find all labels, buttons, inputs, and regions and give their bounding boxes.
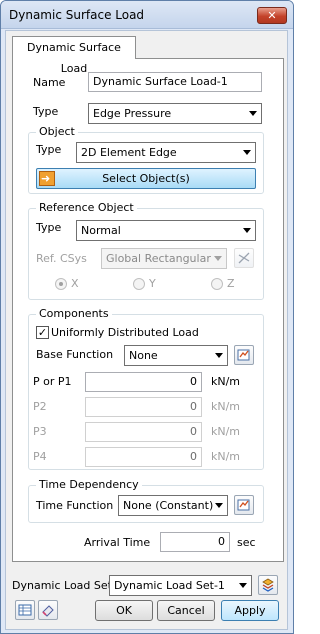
time-function-edit-button[interactable] — [234, 495, 254, 515]
function-editor-icon — [237, 349, 250, 361]
tab-dynamic-surface-load[interactable]: Dynamic Surface Load — [12, 36, 136, 75]
load-table-button[interactable] — [15, 600, 35, 620]
object-group-title: Object — [36, 125, 78, 138]
clear-button[interactable] — [38, 600, 58, 620]
chevron-down-icon — [243, 228, 251, 233]
type-select-value: Edge Pressure — [93, 107, 172, 120]
table-icon — [18, 604, 32, 616]
components-group-title: Components — [36, 307, 112, 320]
arrival-time-unit: sec — [237, 536, 256, 549]
reference-object-group-title: Reference Object — [36, 201, 137, 214]
select-objects-button[interactable]: Select Object(s) — [36, 168, 256, 189]
chevron-down-icon — [243, 150, 251, 155]
time-dependency-group-title: Time Dependency — [36, 478, 142, 491]
apply-button[interactable]: Apply — [221, 600, 279, 621]
coordinate-system-icon — [238, 252, 250, 264]
type-select[interactable]: Edge Pressure — [88, 103, 262, 124]
uniform-load-label: Uniformly Distributed Load — [51, 326, 199, 339]
p2-field[interactable]: 0 — [85, 397, 202, 417]
p2-label: P2 — [33, 400, 47, 413]
ref-csys-select-value: Global Rectangular — [106, 252, 211, 265]
load-set-select[interactable]: Dynamic Load Set-1 — [109, 575, 252, 596]
p1-field[interactable]: 0 — [85, 372, 202, 392]
axis-z-label: Z — [227, 277, 235, 290]
p3-label: P3 — [33, 425, 47, 438]
p4-unit: kN/m — [211, 450, 241, 463]
ref-csys-label: Ref. CSys — [36, 252, 87, 265]
eraser-icon — [42, 605, 54, 617]
reference-type-label: Type — [36, 221, 62, 234]
time-function-select-value: None (Constant) — [123, 499, 214, 512]
p4-field[interactable]: 0 — [85, 447, 202, 467]
p1-label: P or P1 — [33, 375, 72, 388]
close-button[interactable]: ✕ — [257, 7, 287, 24]
load-set-icon — [262, 578, 274, 592]
p3-field[interactable]: 0 — [85, 422, 202, 442]
chevron-down-icon — [239, 583, 247, 588]
window-title: Dynamic Surface Load — [9, 8, 145, 22]
time-function-select[interactable]: None (Constant) — [118, 495, 228, 516]
object-type-label: Type — [36, 143, 62, 156]
chevron-down-icon — [249, 111, 257, 116]
axis-y-radio[interactable] — [133, 278, 145, 290]
base-function-select-value: None — [129, 349, 158, 362]
time-function-label: Time Function — [36, 499, 114, 512]
load-set-select-value: Dynamic Load Set-1 — [114, 579, 225, 592]
object-type-select-value: 2D Element Edge — [81, 146, 177, 159]
reference-type-select-value: Normal — [81, 224, 121, 237]
arrival-time-field[interactable]: 0 — [160, 532, 230, 552]
cancel-button[interactable]: Cancel — [157, 600, 215, 621]
base-function-edit-button[interactable] — [234, 345, 254, 365]
chevron-down-icon — [215, 353, 223, 358]
title-bar[interactable]: Dynamic Surface Load ✕ — [1, 1, 293, 29]
load-set-manager-button[interactable] — [258, 575, 278, 595]
ref-csys-select[interactable]: Global Rectangular — [101, 248, 227, 269]
ref-csys-pick-button[interactable] — [234, 248, 254, 268]
type-label: Type — [33, 105, 59, 118]
chevron-down-icon — [215, 503, 223, 508]
select-objects-label: Select Object(s) — [102, 172, 190, 185]
p4-label: P4 — [33, 450, 47, 463]
select-arrow-icon — [39, 171, 55, 186]
axis-y-label: Y — [149, 277, 156, 290]
p2-unit: kN/m — [211, 400, 241, 413]
axis-x-radio[interactable] — [55, 278, 67, 290]
reference-type-select[interactable]: Normal — [76, 220, 256, 241]
chevron-down-icon — [214, 256, 222, 261]
arrival-time-label: Arrival Time — [84, 536, 151, 549]
ok-button[interactable]: OK — [95, 600, 153, 621]
axis-z-radio[interactable] — [211, 278, 223, 290]
base-function-label: Base Function — [36, 348, 114, 361]
load-set-label: Dynamic Load Set — [12, 579, 112, 592]
p3-unit: kN/m — [211, 425, 241, 438]
name-field[interactable]: Dynamic Surface Load-1 — [88, 72, 262, 92]
p1-unit: kN/m — [211, 375, 241, 388]
uniform-load-checkbox[interactable]: ✓ — [36, 326, 49, 339]
object-type-select[interactable]: 2D Element Edge — [76, 142, 256, 163]
axis-x-label: X — [71, 277, 79, 290]
function-editor-icon — [237, 499, 250, 511]
base-function-select[interactable]: None — [124, 345, 228, 366]
